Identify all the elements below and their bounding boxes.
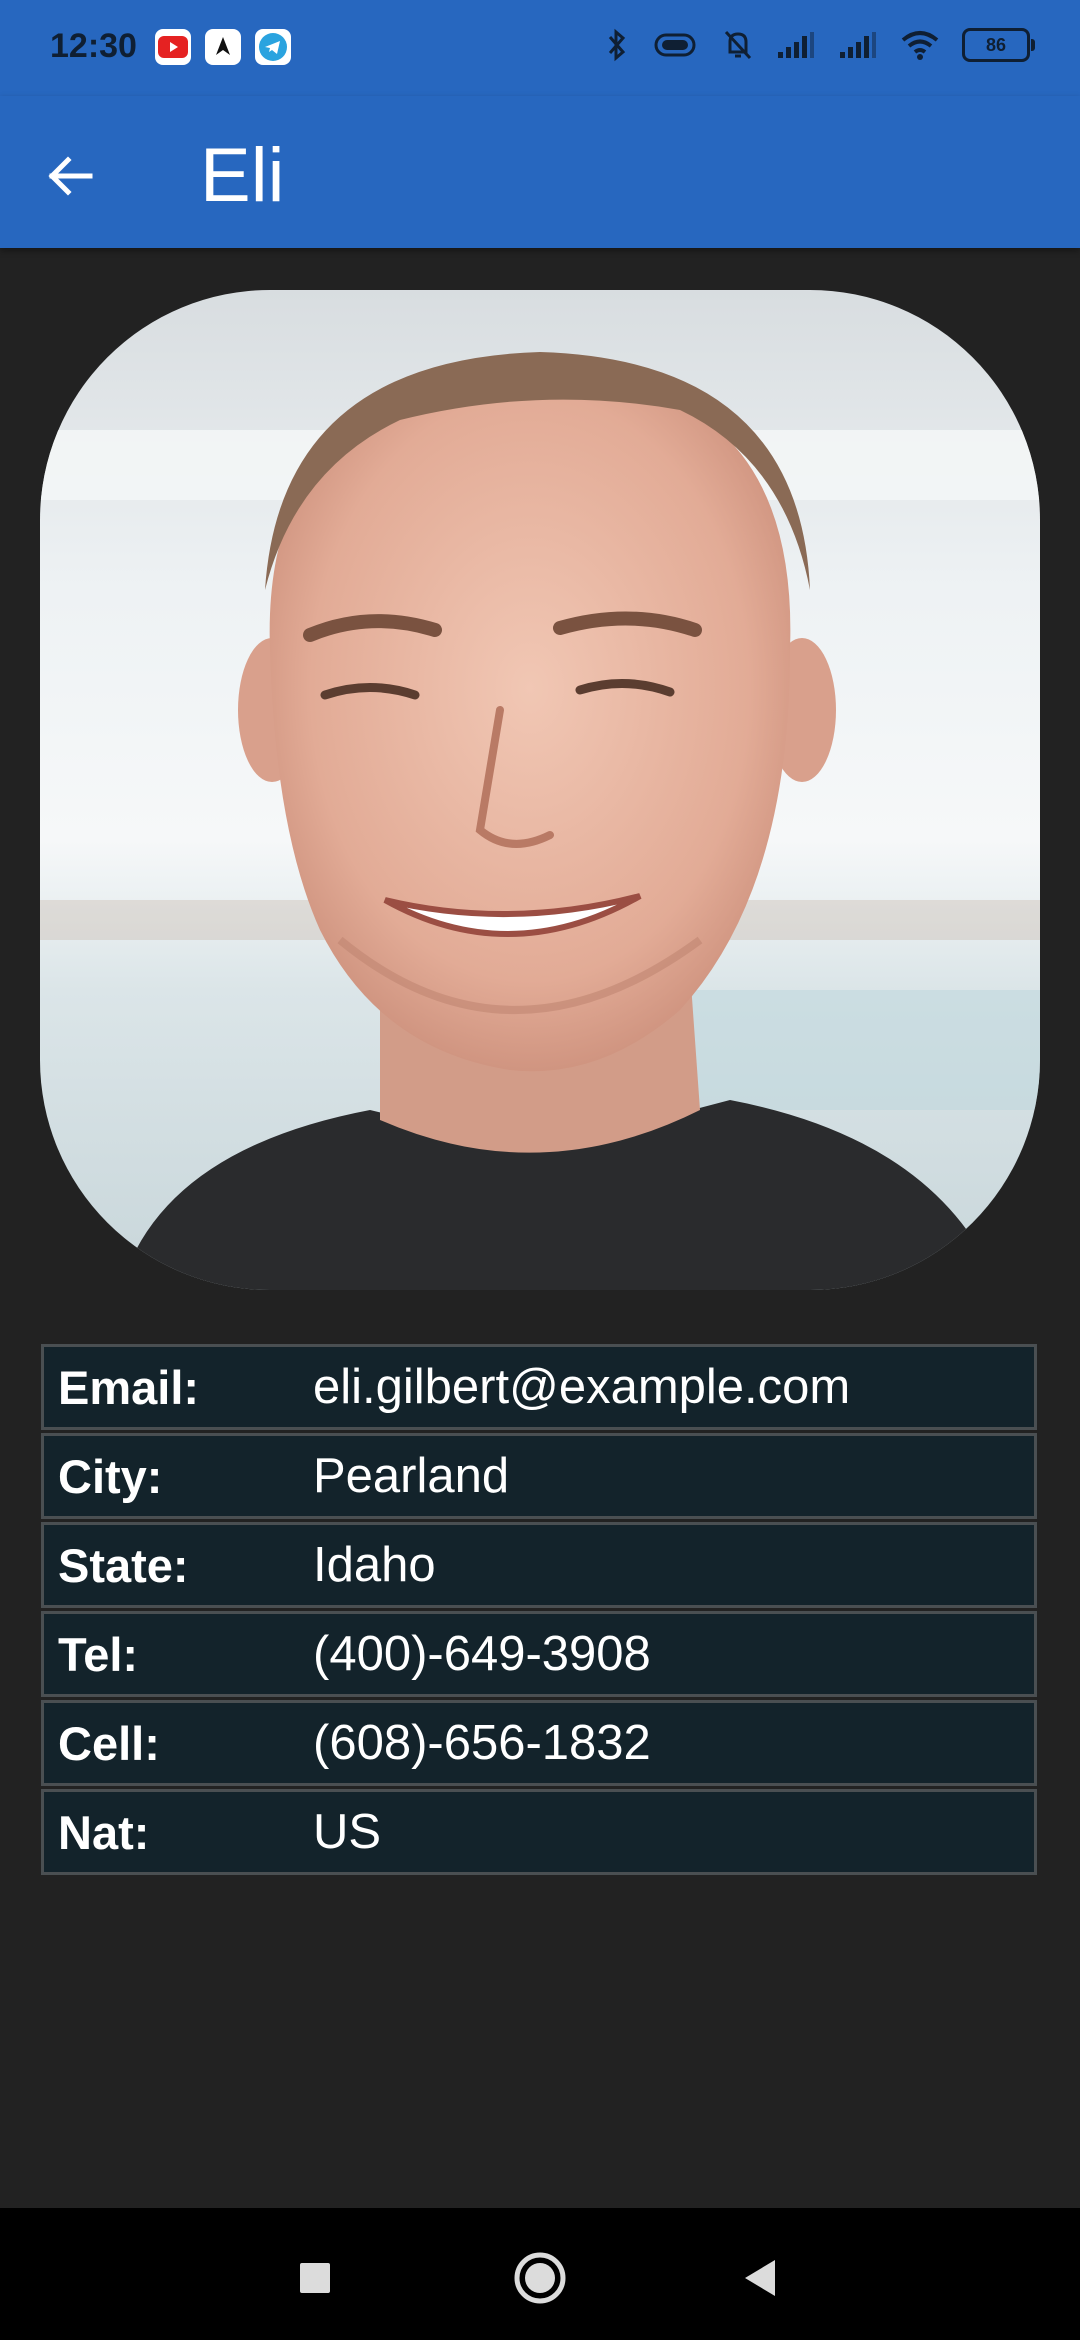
cell-value: (608)-656-1832: [313, 1716, 651, 1770]
table-row-city: City: Pearland: [41, 1433, 1037, 1519]
table-row-tel: Tel: (400)-649-3908: [41, 1611, 1037, 1697]
status-notification-icons: [155, 29, 291, 65]
row-label: State:: [58, 1538, 189, 1592]
signal-icon: [778, 32, 814, 58]
row-label: Nat:: [58, 1805, 150, 1859]
nat-value: US: [313, 1805, 382, 1859]
nav-back-button[interactable]: [730, 2248, 790, 2308]
page-title: Eli: [200, 133, 285, 218]
telegram-icon: [255, 29, 291, 65]
status-system-icons: 86: [606, 28, 1035, 62]
app-icon: [205, 29, 241, 65]
contact-details-table: Email: eli.gilbert@example.com City: Pea…: [41, 1344, 1037, 1875]
youtube-icon: [155, 29, 191, 65]
status-time: 12:30: [50, 27, 137, 65]
recents-square-icon: [300, 2263, 330, 2293]
table-row-nat: Nat: US: [41, 1789, 1037, 1875]
city-value: Pearland: [313, 1449, 510, 1503]
row-label: City:: [58, 1449, 163, 1503]
back-triangle-icon: [745, 2260, 775, 2296]
system-nav-bar: [0, 2208, 1080, 2340]
table-row-email: Email: eli.gilbert@example.com: [41, 1344, 1037, 1430]
arrow-left-icon: [48, 156, 93, 196]
tel-value: (400)-649-3908: [313, 1627, 651, 1681]
row-label: Email:: [58, 1360, 200, 1414]
email-value: eli.gilbert@example.com: [313, 1360, 851, 1414]
table-row-state: State: Idaho: [41, 1522, 1037, 1608]
silent-bell-icon: [724, 30, 752, 60]
home-button[interactable]: [510, 2248, 570, 2308]
profile-photo: [40, 290, 1040, 1290]
table-row-cell: Cell: (608)-656-1832: [41, 1700, 1037, 1786]
row-label: Cell:: [58, 1716, 160, 1770]
signal-icon: [840, 32, 876, 58]
state-value: Idaho: [313, 1538, 436, 1592]
battery-icon: 86: [962, 28, 1035, 62]
wifi-icon: [901, 31, 939, 60]
vibrate-icon: [654, 33, 696, 57]
app-bar: Eli: [0, 96, 1080, 248]
home-circle-icon: [514, 2252, 566, 2304]
bluetooth-icon: [608, 28, 626, 62]
status-bar: 12:30 86: [0, 0, 1080, 96]
portrait-image: [40, 290, 1040, 1290]
recents-button[interactable]: [285, 2248, 345, 2308]
back-button[interactable]: [30, 136, 110, 216]
row-label: Tel:: [58, 1627, 139, 1681]
